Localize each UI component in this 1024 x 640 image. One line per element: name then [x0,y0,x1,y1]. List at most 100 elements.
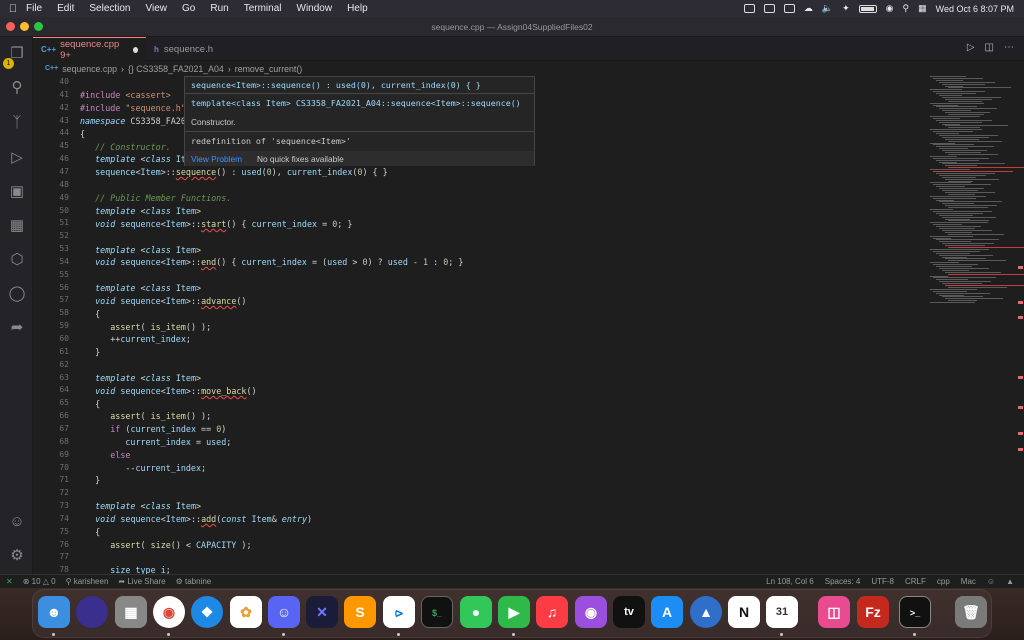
messages-icon[interactable]: ● [460,596,492,628]
minimap-line [936,133,960,134]
menu-edit[interactable]: Edit [57,3,74,14]
bluetooth-icon[interactable]: ✦ [842,3,850,14]
trash-icon[interactable]: 🗑 [955,596,987,628]
extensions-icon[interactable]: ▦ [8,217,26,235]
breadcrumb-namespace[interactable]: {} CS3358_FA2021_A04 [128,64,224,74]
finder-icon[interactable]: ☻ [38,596,70,628]
calendar-icon[interactable]: 31 [766,596,798,628]
code-line: { [80,129,86,139]
grid-icon[interactable] [763,4,775,13]
battery-icon[interactable] [858,4,877,13]
chrome-icon[interactable]: ◉ [153,596,185,628]
cursor-position[interactable]: Ln 108, Col 6 [766,577,814,586]
siri-icon[interactable] [76,596,108,628]
platform[interactable]: Mac [961,577,976,586]
tabnine-status[interactable]: ⚙ tabnine [176,577,212,586]
minimap-line [948,233,1004,235]
preview-icon[interactable]: ◫ [818,596,850,628]
live-share[interactable]: ➦ Live Share [118,577,165,586]
codeium-icon[interactable]: ✕ [306,596,338,628]
run-icon[interactable]: ▷ [967,42,975,53]
account-icon[interactable]: ☺ [8,513,26,531]
vscode-icon[interactable]: ⪧ [383,596,415,628]
unsaved-dot-icon[interactable] [132,46,138,53]
running-indicator [512,633,515,636]
menu-help[interactable]: Help [347,3,368,14]
notifications-icon[interactable]: ▲ [1006,577,1014,586]
music-icon[interactable]: ♫ [536,596,568,628]
filezilla-icon[interactable]: Fz [857,596,889,628]
git-user[interactable]: ⚲ karisheen [66,577,109,586]
minimize-window-button[interactable] [20,22,29,31]
line-number: 58 [59,308,69,318]
view-problem-link[interactable]: View Problem [191,154,242,164]
clock[interactable]: Wed Oct 6 8:07 PM [936,4,1014,14]
notion-icon[interactable]: N [728,596,760,628]
search-icon[interactable]: ⚲ [903,3,910,14]
menu-go[interactable]: Go [182,3,195,14]
zoom-window-button[interactable] [34,22,43,31]
menu-selection[interactable]: Selection [89,3,130,14]
run-debug-icon[interactable]: ▷ [8,149,26,167]
apple-tv-icon[interactable]: tv [613,596,645,628]
hover-doc: Constructor. [191,117,236,127]
line-ending[interactable]: CRLF [905,577,926,586]
codeium-icon[interactable]: ⬡ [8,251,26,269]
more-actions-icon[interactable]: ⋯ [1004,42,1014,53]
split-editor-icon[interactable]: ◫ [985,42,994,53]
indentation[interactable]: Spaces: 4 [825,577,861,586]
minimap-line [942,190,978,191]
line-number: 70 [59,462,69,472]
terminal-app-icon[interactable]: $_ [421,596,453,628]
language-mode[interactable]: cpp [937,577,950,586]
problems-indicator[interactable]: ⊗ 10 △ 0 [23,577,56,586]
minimap-line [936,292,990,294]
settings-gear-icon[interactable]: ⚙ [8,547,26,565]
screen-icon[interactable] [783,4,795,13]
terminal-icon[interactable]: >_ [899,596,931,628]
volume-icon[interactable]: 🔈 [822,3,833,14]
close-window-button[interactable] [6,22,15,31]
minimap-line [942,203,974,205]
encoding[interactable]: UTF-8 [871,577,894,586]
discord-icon[interactable]: ☺ [268,596,300,628]
feedback-icon[interactable]: ☺ [987,577,995,586]
launchpad-icon[interactable]: ▦ [115,596,147,628]
running-indicator [913,633,916,636]
facetime-icon[interactable]: ▶ [498,596,530,628]
menu-view[interactable]: View [146,3,168,14]
tab-sequence-cpp[interactable]: C++ sequence.cpp 9+ [33,37,146,61]
line-number: 56 [59,282,69,292]
podcasts-icon[interactable]: ◉ [575,596,607,628]
safari-icon[interactable]: ❖ [191,596,223,628]
editor-scrollbar[interactable] [1016,76,1024,574]
minimap-line [939,174,986,176]
search-icon[interactable]: ⚲ [8,79,26,97]
menu-terminal[interactable]: Terminal [244,3,282,14]
github-icon[interactable]: ◯ [8,285,26,303]
hover-declaration: template<class Item> CS3358_FA2021_A04::… [191,98,521,108]
control-center-icon[interactable]: ▦ [918,3,927,14]
app-store-icon[interactable]: A [651,596,683,628]
menu-window[interactable]: Window [297,3,333,14]
breadcrumb-file[interactable]: sequence.cpp [62,64,117,74]
source-control-icon[interactable]: ᛉ [8,114,26,132]
line-number: 62 [59,359,69,369]
live-share-icon[interactable]: ➦ [8,319,26,337]
menu-extras: ☁ 🔈 ✦ ◉ ⚲ ▦ Wed Oct 6 8:07 PM [743,0,1014,17]
minimap[interactable] [930,76,1024,326]
tab-sequence-h[interactable]: h sequence.h [146,37,241,61]
proton-icon[interactable]: ▲ [690,596,722,628]
photos-icon[interactable]: ✿ [230,596,262,628]
remote-icon[interactable]: ✕ [6,577,13,586]
breadcrumb-symbol[interactable]: remove_current() [235,64,302,74]
wifi-icon[interactable]: ◉ [886,3,894,14]
status-icon[interactable] [743,4,755,13]
remote-explorer-icon[interactable]: ▣ [8,183,26,201]
sublime-icon[interactable]: S [344,596,376,628]
menu-run[interactable]: Run [210,3,228,14]
cloud-icon[interactable]: ☁ [804,3,813,14]
minimap-line [939,214,974,216]
line-number: 50 [59,205,69,215]
minimap-line [936,186,965,188]
